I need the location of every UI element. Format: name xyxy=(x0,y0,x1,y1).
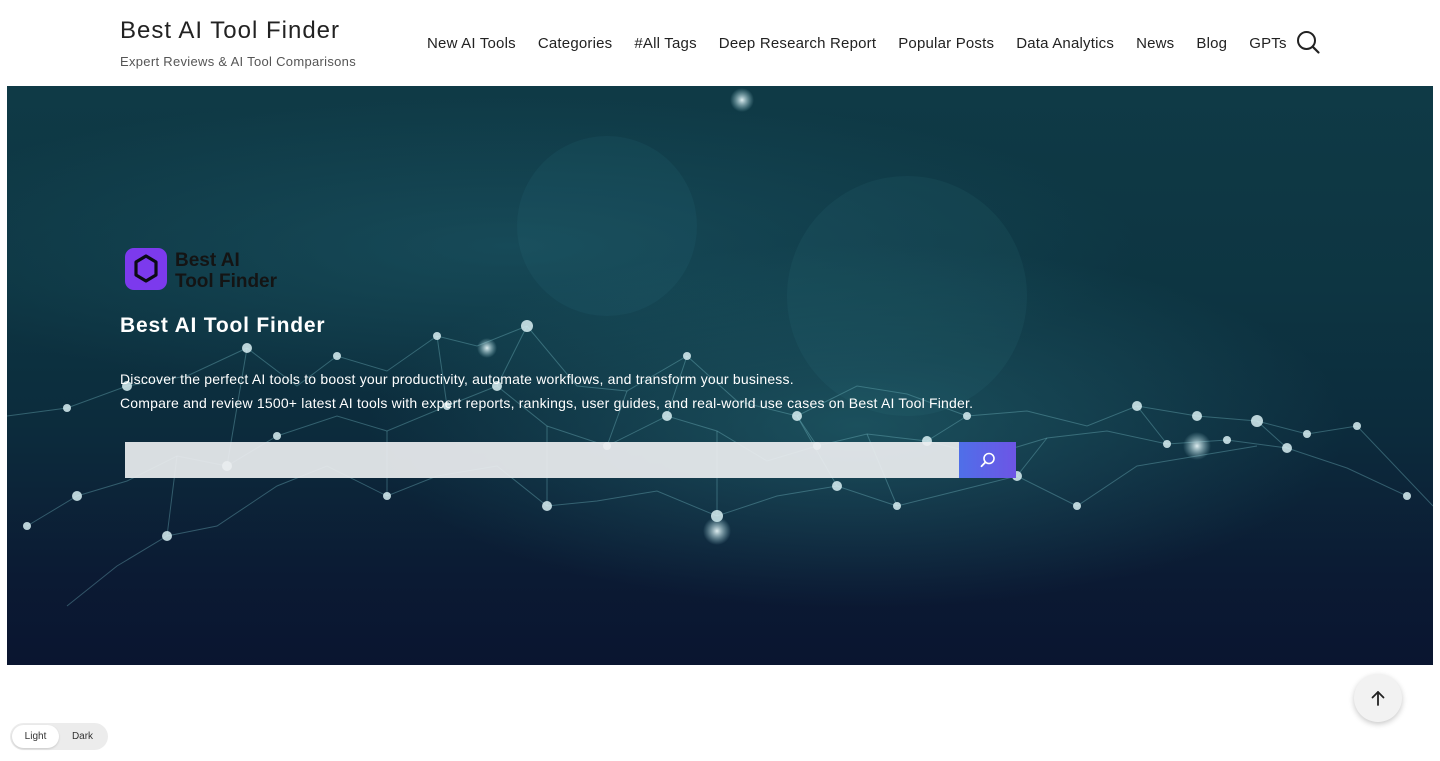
nav-item-data-analytics[interactable]: Data Analytics xyxy=(1005,35,1125,52)
nav-item-news[interactable]: News xyxy=(1125,35,1185,52)
hexagon-logo-icon: Best AI Tool Finder xyxy=(125,248,278,292)
hero-search-input[interactable] xyxy=(125,442,959,478)
header-search-button[interactable] xyxy=(1294,28,1322,56)
hero-description-line-2: Compare and review 1500+ latest AI tools… xyxy=(120,395,974,411)
search-icon xyxy=(980,452,995,468)
hero-logo: Best AI Tool Finder xyxy=(125,246,295,292)
arrow-up-icon xyxy=(1371,691,1385,706)
dark-mode-option[interactable]: Dark xyxy=(59,725,106,748)
hero-description: Discover the perfect AI tools to boost y… xyxy=(120,367,973,415)
hero-search-form xyxy=(125,442,1016,478)
main-nav: New AI Tools Categories #All Tags Deep R… xyxy=(416,34,1298,52)
nav-item-all-tags[interactable]: #All Tags xyxy=(623,35,707,52)
site-header: Best AI Tool Finder Expert Reviews & AI … xyxy=(0,0,1440,86)
theme-mode-toggle: Light Dark xyxy=(10,723,108,750)
site-title[interactable]: Best AI Tool Finder xyxy=(120,17,340,45)
nav-item-deep-research-report[interactable]: Deep Research Report xyxy=(708,35,887,52)
nav-item-popular-posts[interactable]: Popular Posts xyxy=(887,35,1005,52)
search-icon xyxy=(1297,31,1320,54)
svg-text:Best AI: Best AI xyxy=(175,250,240,271)
hero-banner: Best AI Tool Finder Best AI Tool Finder … xyxy=(7,86,1433,665)
nav-item-new-ai-tools[interactable]: New AI Tools xyxy=(416,35,527,52)
hero-title: Best AI Tool Finder xyxy=(120,314,326,337)
light-mode-option[interactable]: Light xyxy=(12,725,59,748)
site-tagline: Expert Reviews & AI Tool Comparisons xyxy=(120,54,356,69)
hero-description-line-1: Discover the perfect AI tools to boost y… xyxy=(120,371,794,387)
nav-item-categories[interactable]: Categories xyxy=(527,35,624,52)
hero-search-button[interactable] xyxy=(959,442,1016,478)
nav-item-blog[interactable]: Blog xyxy=(1185,35,1238,52)
nav-item-gpts[interactable]: GPTs xyxy=(1238,35,1297,52)
back-to-top-button[interactable] xyxy=(1354,674,1402,722)
svg-text:Tool Finder: Tool Finder xyxy=(175,271,278,292)
